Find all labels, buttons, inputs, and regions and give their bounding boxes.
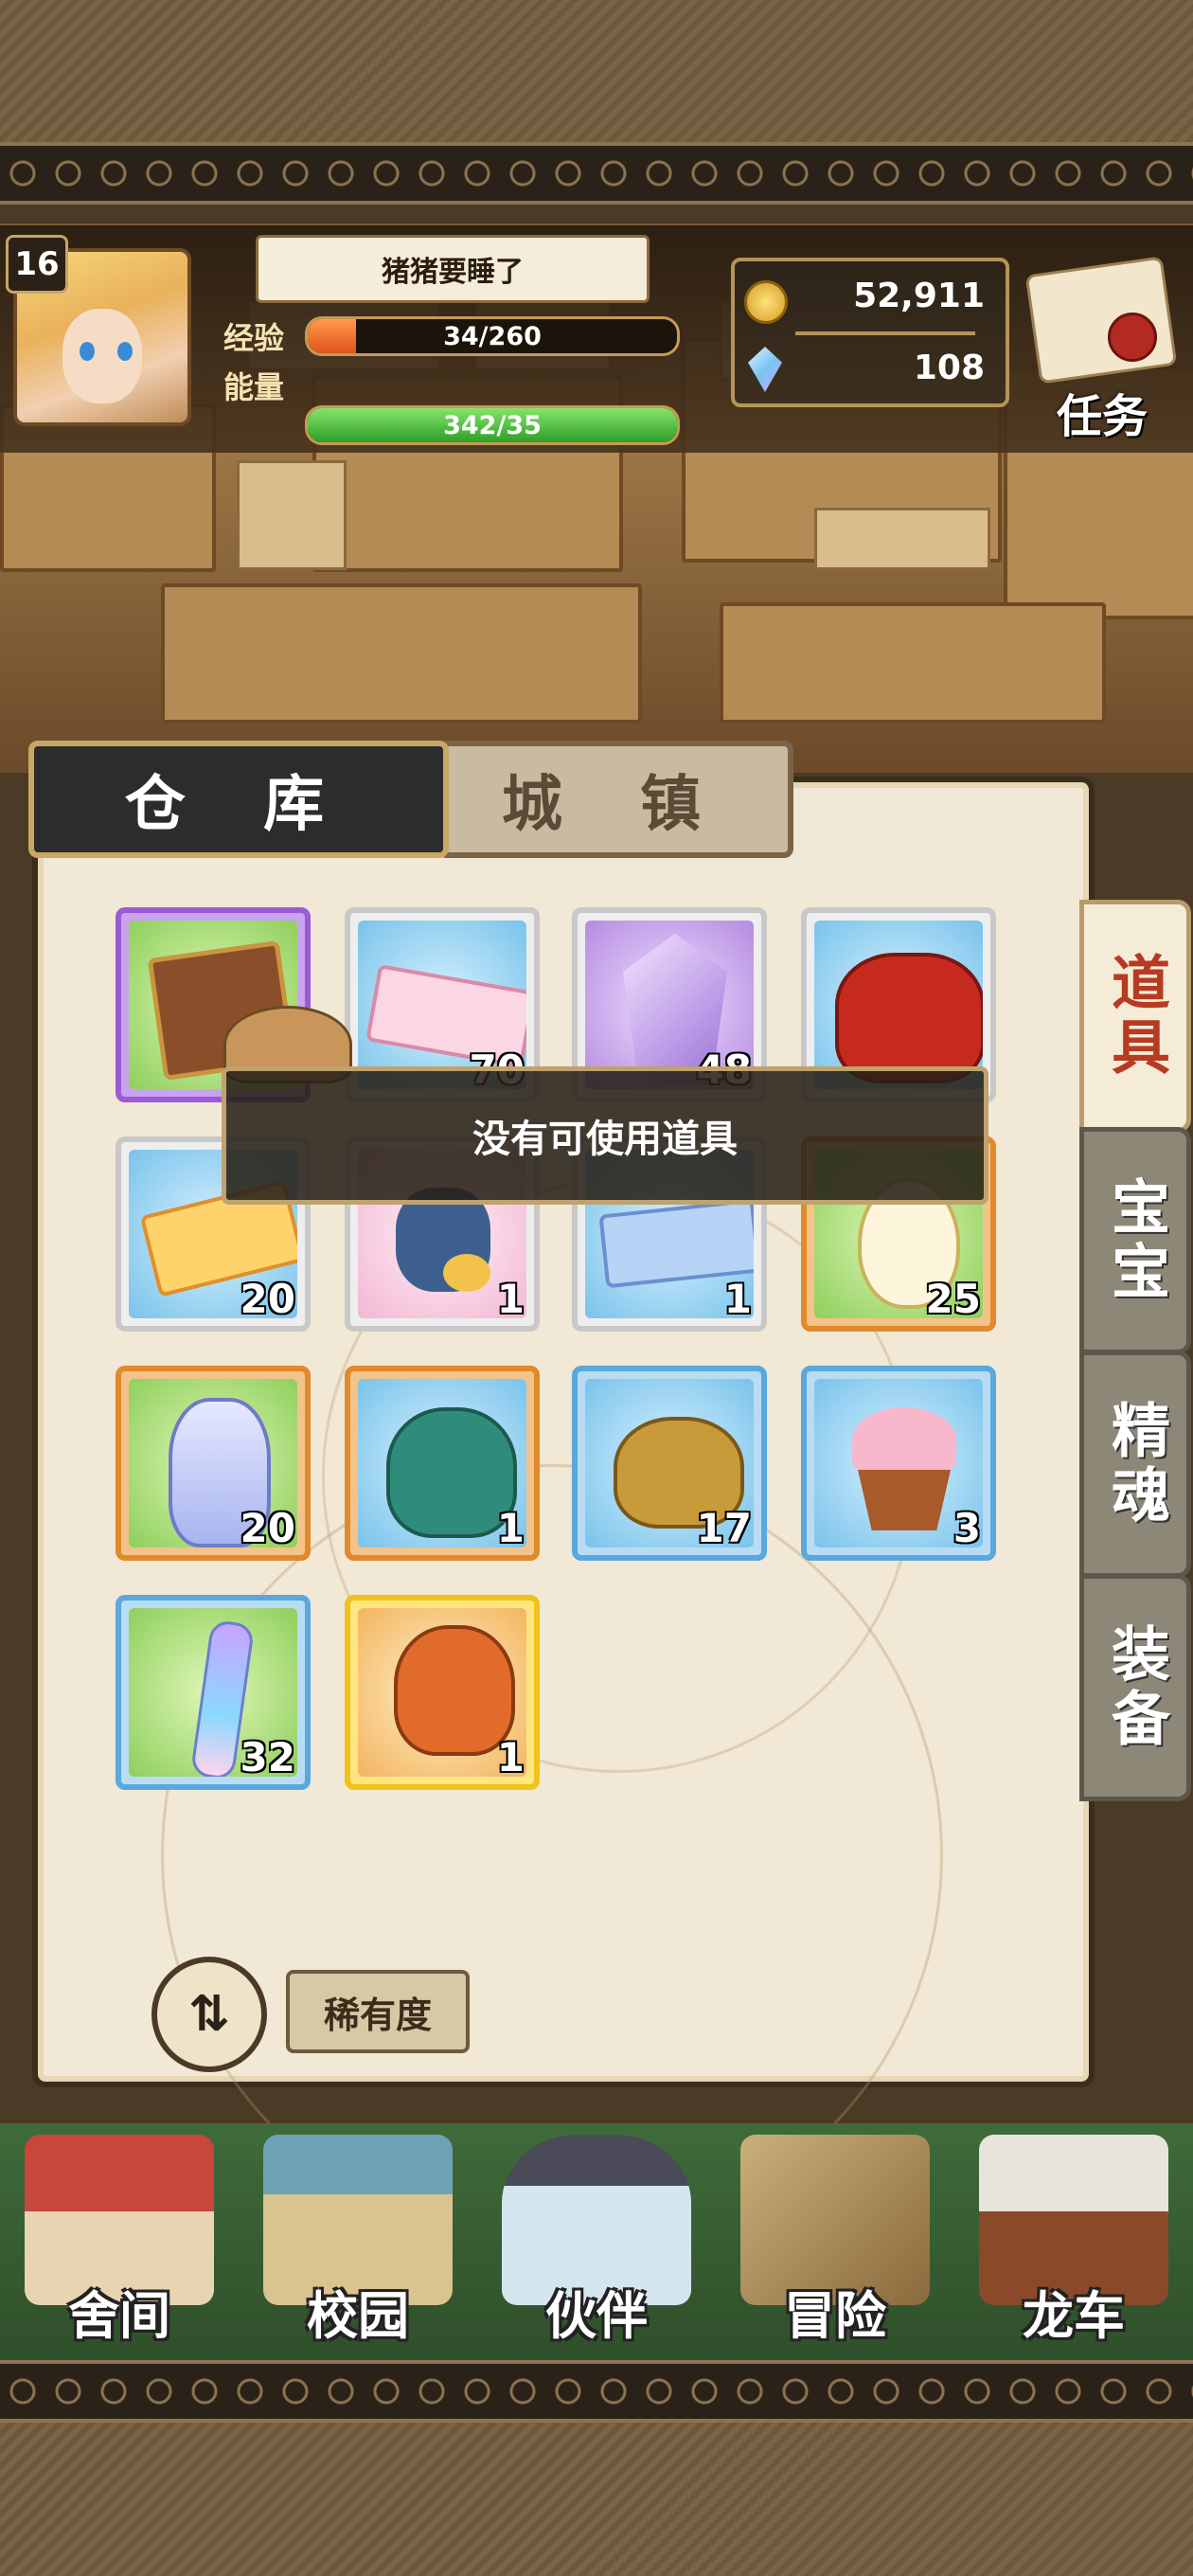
- player-name: 猪猪要睡了: [256, 235, 650, 303]
- side-tab-items[interactable]: 道具: [1079, 900, 1191, 1133]
- item-count: 20: [240, 1276, 295, 1322]
- nav-label: 舍间: [68, 2286, 170, 2346]
- side-tab-baby[interactable]: 宝宝: [1079, 1127, 1191, 1354]
- tab-town[interactable]: 城 镇: [437, 741, 793, 858]
- top-wood-band: [0, 0, 1193, 142]
- nav-dorm[interactable]: 舍间: [0, 2125, 239, 2358]
- item-count: 1: [723, 1276, 752, 1322]
- nav-label: 龙车: [1023, 2286, 1125, 2346]
- nav-label: 伙伴: [545, 2286, 648, 2346]
- item-slot[interactable]: 32: [116, 1595, 311, 1790]
- currency-divider: [795, 331, 975, 335]
- nav-label: 校园: [307, 2286, 409, 2346]
- item-count: 3: [953, 1505, 981, 1551]
- exp-label: 经验: [223, 320, 285, 356]
- exp-value: 34/260: [443, 321, 542, 351]
- cupcake-base-icon: [858, 1470, 951, 1530]
- item-count: 1: [496, 1505, 525, 1551]
- exp-bar: 34/260: [305, 316, 680, 356]
- item-slot[interactable]: 1: [345, 1595, 540, 1790]
- gold-coin-icon: [744, 280, 788, 324]
- nav-partners[interactable]: 伙伴: [477, 2125, 716, 2358]
- sort-order-toggle-button[interactable]: ⇅: [151, 1957, 267, 2072]
- nav-adventure[interactable]: 冒险: [716, 2125, 954, 2358]
- bottom-wood-band: [0, 2423, 1193, 2576]
- tab-warehouse[interactable]: 仓 库: [28, 741, 449, 858]
- energy-label: 能量: [223, 369, 285, 405]
- item-count: 25: [925, 1276, 981, 1322]
- item-count: 1: [496, 1734, 525, 1780]
- nav-dragon-cart[interactable]: 龙车: [954, 2125, 1193, 2358]
- wax-seal-icon: [1108, 313, 1157, 362]
- lucky-bag-icon: [835, 953, 983, 1083]
- item-slot[interactable]: 1: [345, 1366, 540, 1561]
- energy-value: 342/35: [443, 410, 542, 440]
- item-count: 32: [240, 1734, 295, 1780]
- item-slot[interactable]: 20: [116, 1366, 311, 1561]
- scroll-icon: [1024, 256, 1178, 385]
- player-level: 16: [6, 235, 68, 294]
- sort-by-rarity-button[interactable]: 稀有度: [286, 1970, 470, 2053]
- gem-amount: 108: [913, 349, 985, 387]
- nav-label: 冒险: [784, 2286, 886, 2346]
- bow-icon: [443, 1254, 490, 1292]
- nav-campus[interactable]: 校园: [239, 2125, 477, 2358]
- item-count: 17: [696, 1505, 752, 1551]
- item-slot[interactable]: 3: [801, 1366, 996, 1561]
- side-tab-equipment[interactable]: 装备: [1079, 1574, 1191, 1801]
- top-swirl-border: [0, 142, 1193, 205]
- cupcake-icon: [852, 1407, 956, 1474]
- bottom-swirl-border: [0, 2360, 1193, 2423]
- energy-bar: 342/35: [305, 405, 680, 445]
- gold-amount: 52,911: [853, 277, 985, 315]
- no-usable-items-toast: 没有可使用道具: [222, 1066, 988, 1205]
- item-slot[interactable]: 17: [572, 1366, 767, 1561]
- quest-button[interactable]: 任务: [1009, 237, 1185, 445]
- item-count: 1: [496, 1276, 525, 1322]
- quest-label: 任务: [1056, 390, 1148, 443]
- item-count: 20: [240, 1505, 295, 1551]
- side-tab-spirit[interactable]: 精魂: [1079, 1351, 1191, 1578]
